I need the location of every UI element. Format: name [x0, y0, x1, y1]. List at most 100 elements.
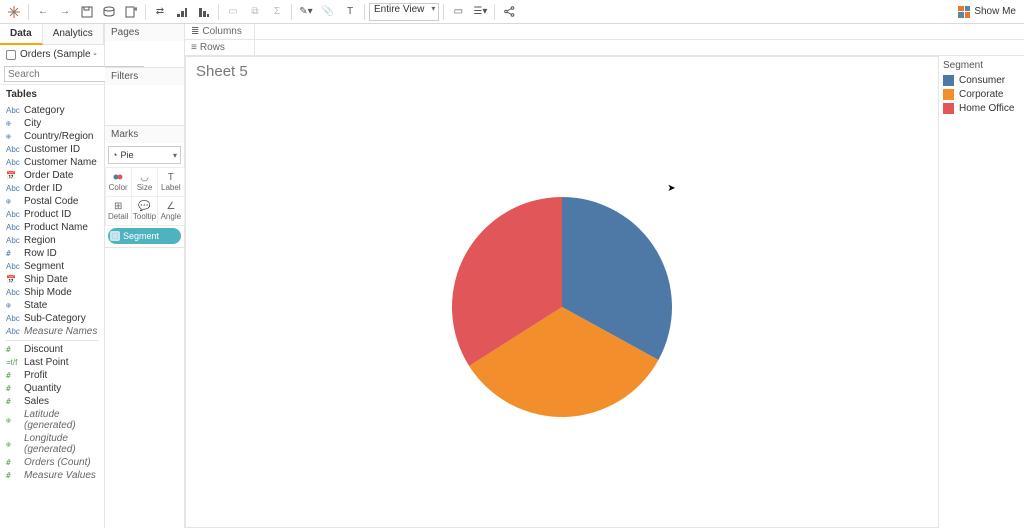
presentation-mode-button[interactable]: ▭ [448, 2, 468, 22]
field-type-icon: Abc [6, 327, 20, 336]
field-name: State [24, 300, 47, 311]
field-item[interactable]: ⊕ Latitude (generated) [0, 408, 104, 432]
marks-color-button[interactable]: Color [105, 167, 132, 197]
columns-shelf[interactable]: ≣Columns [185, 24, 1024, 40]
marks-angle-button[interactable]: ∠Angle [157, 196, 184, 226]
field-item[interactable]: AbcShip Mode [0, 286, 104, 299]
color-pill-segment[interactable]: ⬚ Segment [108, 228, 181, 244]
highlight-button[interactable]: ▭ [223, 2, 243, 22]
new-worksheet-button[interactable] [121, 2, 141, 22]
field-item[interactable]: #Row ID [0, 247, 104, 260]
sort-asc-button[interactable] [172, 2, 192, 22]
field-item[interactable]: AbcRegion [0, 234, 104, 247]
clip-icon[interactable]: 📎 [318, 2, 338, 22]
field-item[interactable]: #Discount [0, 343, 104, 356]
field-name: Sales [24, 396, 49, 407]
field-name: Segment [24, 261, 64, 272]
tables-header: Tables [0, 85, 104, 104]
forward-button[interactable]: → [55, 2, 75, 22]
legend-item[interactable]: Consumer [943, 75, 1020, 86]
data-pane: Data Analytics Orders (Sample - Sup... 🔍… [0, 24, 105, 528]
field-name: Product Name [24, 222, 88, 233]
field-name: Ship Mode [24, 287, 72, 298]
field-type-icon: ⊕ [6, 197, 20, 206]
field-name: Country/Region [24, 131, 93, 142]
field-name: Last Point [24, 357, 68, 368]
share-icon[interactable] [499, 2, 519, 22]
text-icon[interactable]: T [340, 2, 360, 22]
show-me-button[interactable]: Show Me [954, 6, 1020, 18]
sort-desc-button[interactable] [194, 2, 214, 22]
field-type-icon: # [6, 471, 20, 480]
field-item[interactable]: Abc Order ID [0, 182, 104, 195]
field-name: Orders (Count) [24, 457, 91, 468]
field-item[interactable]: AbcCategory [0, 104, 104, 117]
angle-icon: ∠ [166, 200, 175, 212]
field-type-icon: Abc [6, 106, 20, 115]
pie-chart[interactable] [447, 192, 677, 422]
field-type-icon: =t/f [6, 358, 20, 367]
tab-data[interactable]: Data [0, 24, 43, 45]
field-item[interactable]: Abc Measure Names [0, 325, 104, 338]
field-item[interactable]: ⊕Postal Code [0, 195, 104, 208]
legend-label: Home Office [959, 103, 1014, 114]
field-name: Order ID [24, 183, 62, 194]
swap-button[interactable]: ⇄ [150, 2, 170, 22]
field-name: Measure Names [24, 326, 97, 337]
field-item[interactable]: =t/f Last Point [0, 356, 104, 369]
pages-shelf[interactable] [105, 41, 184, 67]
field-item[interactable]: # Measure Values [0, 469, 104, 482]
field-item[interactable]: ⊕Longitude (generated) [0, 432, 104, 456]
marks-size-button[interactable]: ◡Size [131, 167, 158, 197]
shelf-column: Pages Filters Marks ◔ Pie Color ◡Size TL… [105, 24, 185, 528]
field-name: Latitude (generated) [24, 409, 98, 431]
legend-item[interactable]: Home Office [943, 103, 1020, 114]
field-name: Sub-Category [24, 313, 86, 324]
tab-analytics[interactable]: Analytics [43, 24, 104, 44]
field-type-icon: Abc [6, 314, 20, 323]
marks-label-button[interactable]: TLabel [157, 167, 184, 197]
field-item[interactable]: 📅Order Date [0, 169, 104, 182]
totals-button[interactable]: Σ [267, 2, 287, 22]
back-button[interactable]: ← [33, 2, 53, 22]
marks-detail-button[interactable]: ⊞Detail [105, 196, 132, 226]
mark-type-select[interactable]: ◔ Pie [108, 146, 181, 164]
tableau-logo-icon [4, 5, 24, 19]
rows-shelf[interactable]: ≡Rows [185, 40, 1024, 56]
field-type-icon: Abc [6, 145, 20, 154]
field-type-icon: Abc [6, 223, 20, 232]
save-button[interactable] [77, 2, 97, 22]
legend-title: Segment [943, 60, 1020, 71]
field-item[interactable]: #Sales [0, 395, 104, 408]
cards-button[interactable]: ☰▾ [470, 2, 490, 22]
legend-swatch [943, 75, 954, 86]
new-data-button[interactable] [99, 2, 119, 22]
group-button[interactable]: ⧉ [245, 2, 265, 22]
field-item[interactable]: AbcProduct ID [0, 208, 104, 221]
field-item[interactable]: #Quantity [0, 382, 104, 395]
field-item[interactable]: Abc Product Name [0, 221, 104, 234]
filters-shelf[interactable] [105, 85, 184, 125]
field-item[interactable]: #Profit [0, 369, 104, 382]
field-type-icon: Abc [6, 184, 20, 193]
field-type-icon: ⊕ [6, 416, 20, 425]
datasource-item[interactable]: Orders (Sample - Sup... [0, 45, 104, 64]
field-item[interactable]: Abc Sub-Category [0, 312, 104, 325]
field-item[interactable]: ⊕City [0, 117, 104, 130]
sheet-title[interactable]: Sheet 5 [186, 57, 938, 86]
field-item[interactable]: AbcCustomer Name [0, 156, 104, 169]
legend-item[interactable]: Corporate [943, 89, 1020, 100]
field-item[interactable]: #Orders (Count) [0, 456, 104, 469]
pen-icon[interactable]: ✎▾ [296, 2, 316, 22]
pie-icon: ◔ [112, 150, 117, 160]
field-item[interactable]: AbcSegment [0, 260, 104, 273]
field-item[interactable]: ⊕Country/Region [0, 130, 104, 143]
fit-mode-select[interactable]: Entire View [369, 3, 439, 21]
field-type-icon: ⊕ [6, 440, 20, 449]
field-item[interactable]: AbcCustomer ID [0, 143, 104, 156]
marks-tooltip-button[interactable]: 💬Tooltip [131, 196, 158, 226]
field-item[interactable]: ⊕State [0, 299, 104, 312]
field-name: Measure Values [24, 470, 96, 481]
field-item[interactable]: 📅Ship Date [0, 273, 104, 286]
sheet-canvas[interactable]: Sheet 5 ➤ [185, 56, 939, 528]
